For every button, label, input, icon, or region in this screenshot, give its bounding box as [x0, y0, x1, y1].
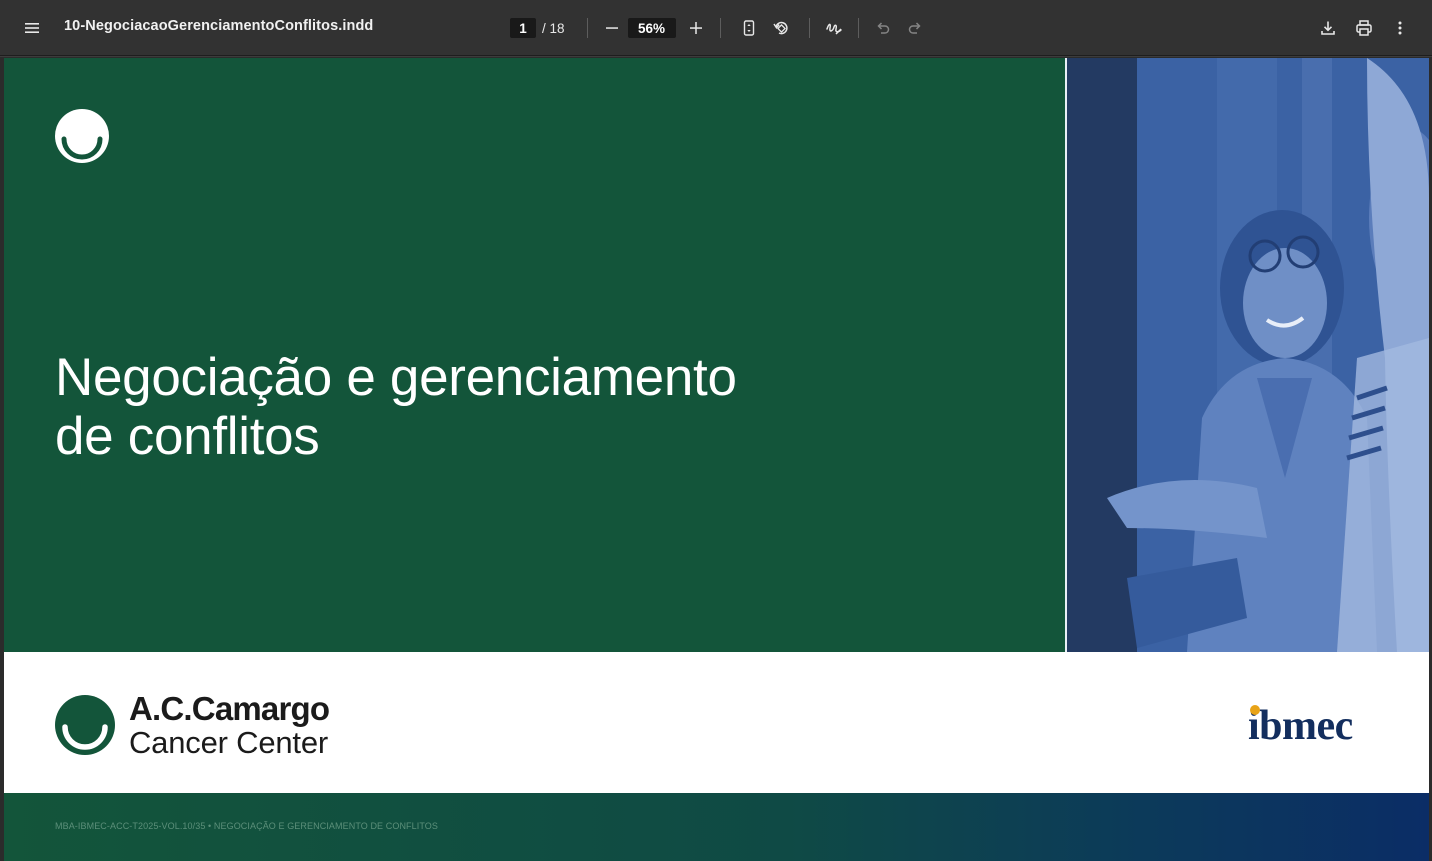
- cover-green-panel: Negociação e gerenciamento de conflitos: [4, 58, 1065, 652]
- acc-logo-subtitle: Cancer Center: [129, 725, 328, 760]
- undo-icon: [876, 22, 889, 34]
- cover-title-line-1: Negociação e gerenciamento: [55, 348, 737, 407]
- more-options-icon: [1398, 21, 1402, 35]
- toolbar-divider: [857, 18, 859, 38]
- zoom-out-icon: [605, 27, 618, 29]
- people-photo-icon: [1067, 58, 1429, 652]
- annotate-icon: [825, 23, 842, 35]
- pdf-page: Negociação e gerenciamento de conflitos: [4, 58, 1429, 861]
- pdf-toolbar: 10-NegociacaoGerenciamentoConflitos.indd…: [0, 0, 1432, 56]
- rotate-icon: [772, 21, 788, 35]
- acc-logo-name: A.C.Camargo: [129, 690, 330, 727]
- smile-logo-icon: [55, 109, 109, 163]
- fit-page-button[interactable]: [733, 12, 765, 44]
- menu-icon: [25, 23, 39, 33]
- acc-logo: A.C.Camargo Cancer Center: [55, 690, 330, 760]
- document-viewer[interactable]: Negociação e gerenciamento de conflitos: [0, 57, 1432, 861]
- page-footer-text: MBA-IBMEC-ACC-T2025-VOL.10/35 • NEGOCIAÇ…: [55, 821, 438, 831]
- redo-button[interactable]: [899, 12, 931, 44]
- cover-photo: [1067, 58, 1429, 652]
- document-title: 10-NegociacaoGerenciamentoConflitos.indd: [64, 18, 374, 34]
- fit-page-icon: [743, 20, 754, 36]
- download-button[interactable]: [1312, 12, 1344, 44]
- more-options-button[interactable]: [1384, 12, 1416, 44]
- page-total: / 18: [542, 20, 565, 36]
- redo-icon: [908, 22, 921, 34]
- zoom-in-button[interactable]: [680, 12, 712, 44]
- toolbar-divider: [719, 18, 721, 38]
- page-zoom-controls: / 18: [510, 12, 931, 44]
- rotate-button[interactable]: [765, 12, 797, 44]
- menu-button[interactable]: [16, 12, 48, 44]
- annotate-button[interactable]: [818, 12, 850, 44]
- print-icon: [1356, 20, 1372, 36]
- download-icon: [1321, 21, 1335, 35]
- zoom-out-button[interactable]: [596, 12, 628, 44]
- ibmec-logo-text: ibmec: [1248, 703, 1353, 749]
- toolbar-actions: [1312, 12, 1416, 44]
- toolbar-divider: [808, 18, 810, 38]
- toolbar-divider: [586, 18, 588, 38]
- zoom-level-input[interactable]: [627, 18, 676, 38]
- cover-title-line-2: de conflitos: [55, 407, 320, 466]
- page-number-input[interactable]: [510, 18, 536, 38]
- cover-title: Negociação e gerenciamento de conflitos: [55, 348, 955, 466]
- acc-smile-logo-icon: [55, 695, 115, 755]
- print-button[interactable]: [1348, 12, 1380, 44]
- undo-button[interactable]: [867, 12, 899, 44]
- ibmec-dot-icon: [1250, 705, 1260, 715]
- ibmec-logo: ibmec: [1248, 702, 1353, 750]
- zoom-in-icon: [689, 22, 702, 34]
